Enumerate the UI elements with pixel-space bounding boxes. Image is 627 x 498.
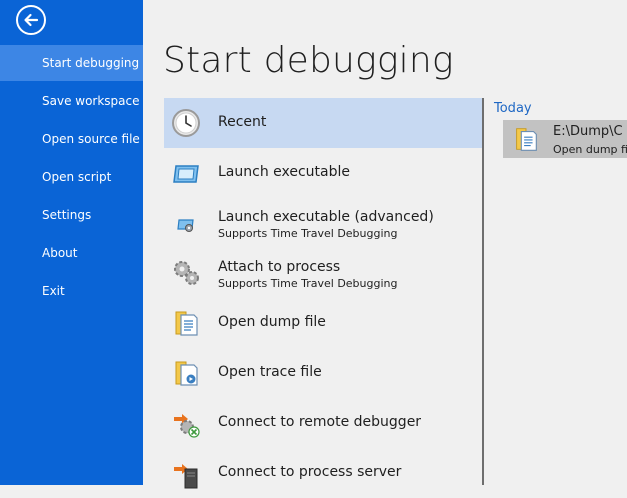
nav-save-workspace[interactable]: Save workspace xyxy=(0,83,143,119)
nav-about[interactable]: About xyxy=(0,235,143,271)
panel-divider xyxy=(482,98,484,485)
nav-open-source-file[interactable]: Open source file xyxy=(0,121,143,157)
action-label: Open trace file xyxy=(218,364,322,380)
dump-file-icon xyxy=(516,128,537,151)
process-server-icon xyxy=(174,464,198,489)
page-title: Start debugging xyxy=(163,40,454,81)
arrow-left-icon xyxy=(24,13,39,27)
action-sublabel: Supports Time Travel Debugging xyxy=(218,227,398,240)
window-settings-icon xyxy=(177,219,194,232)
nav-settings[interactable]: Settings xyxy=(0,197,143,233)
action-attach-to-process[interactable]: Attach to process Supports Time Travel D… xyxy=(164,248,482,298)
recent-group-heading: Today xyxy=(494,101,532,116)
action-launch-executable[interactable]: Launch executable xyxy=(164,148,482,198)
clock-icon xyxy=(172,109,200,137)
action-open-trace-file[interactable]: Open trace file xyxy=(164,348,482,398)
action-list: Recent Launch executable Launch executab… xyxy=(164,98,482,489)
action-sublabel: Supports Time Travel Debugging xyxy=(218,277,398,290)
back-button[interactable] xyxy=(16,5,46,35)
recent-item-path: E:\Dump\C xyxy=(553,124,623,139)
action-label: Recent xyxy=(218,114,267,130)
action-launch-executable-advanced[interactable]: Launch executable (advanced) Supports Ti… xyxy=(164,198,482,248)
trace-file-icon xyxy=(175,361,198,386)
dump-file-icon xyxy=(175,311,198,336)
window-icon xyxy=(173,165,199,183)
action-recent[interactable]: Recent xyxy=(164,98,482,148)
gears-icon xyxy=(174,261,199,285)
nav-start-debugging[interactable]: Start debugging xyxy=(0,45,143,81)
action-label: Connect to process server xyxy=(218,464,402,480)
action-connect-process-server[interactable]: Connect to process server xyxy=(164,448,482,498)
action-label: Launch executable xyxy=(218,164,351,180)
action-open-dump-file[interactable]: Open dump file xyxy=(164,298,482,348)
recent-item-type: Open dump fi xyxy=(553,143,627,156)
action-label: Launch executable (advanced) xyxy=(218,209,434,225)
backstage-nav: Start debugging Save workspace Open sour… xyxy=(0,0,143,485)
nav-open-script[interactable]: Open script xyxy=(0,159,143,195)
action-label: Attach to process xyxy=(218,259,341,275)
remote-debugger-icon xyxy=(174,414,200,438)
action-label: Connect to remote debugger xyxy=(218,414,422,430)
action-connect-remote-debugger[interactable]: Connect to remote debugger xyxy=(164,398,482,448)
recent-item[interactable]: E:\Dump\C Open dump fi xyxy=(503,120,627,158)
nav-exit[interactable]: Exit xyxy=(0,273,143,309)
action-label: Open dump file xyxy=(218,314,326,330)
